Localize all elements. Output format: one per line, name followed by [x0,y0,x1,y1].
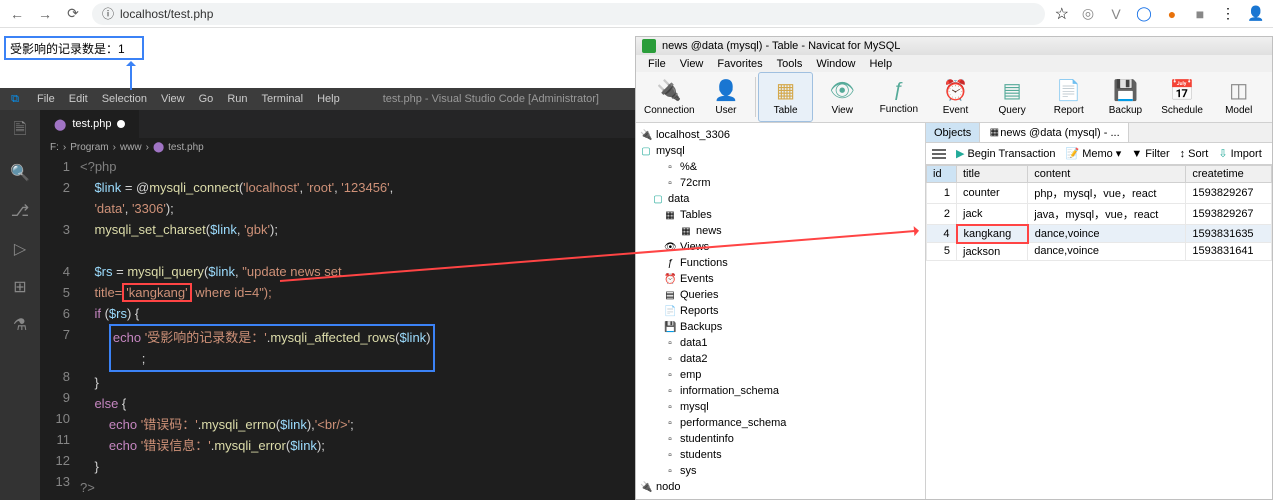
tab-testphp[interactable]: ⬤ test.php [40,110,139,138]
menu-selection[interactable]: Selection [95,93,154,105]
col-createtime[interactable]: createtime [1186,166,1272,183]
address-bar[interactable]: ⓘ localhost/test.php [92,3,1045,25]
scm-icon[interactable]: ⎇ [11,201,29,221]
vscode-titlebar: ⧉ File Edit Selection View Go Run Termin… [0,88,635,110]
vscode-menubar: File Edit Selection View Go Run Terminal… [30,93,347,105]
search-icon[interactable]: 🔍 [10,163,30,183]
browser-toolbar: ← → ⟳ ⓘ localhost/test.php ☆ ◎ V ◯ ● ■ ⋮… [0,0,1273,28]
tool-model[interactable]: ◫Model [1211,72,1266,122]
star-icon[interactable]: ☆ [1055,4,1069,24]
activity-bar: 🗎 🔍 ⎇ ▷ ⊞ ⚗ [0,110,40,500]
breadcrumb[interactable]: F: › Program › www › ⬤ test.php [40,138,635,156]
navicat-titlebar: news @data (mysql) - Table - Navicat for… [636,37,1272,55]
extensions-icon[interactable]: ⊞ [13,277,26,297]
tool-table[interactable]: ▦Table [758,72,813,122]
col-id[interactable]: id [927,166,957,183]
navicat-menubar: File View Favorites Tools Window Help [636,55,1272,72]
grid-header: id title content createtime [927,166,1272,183]
table-row[interactable]: 1counterphp，mysql，vue，react1593829267 [927,183,1272,204]
object-tabs: Objects ▦news @data (mysql) - ... [926,123,1272,143]
profile-icon[interactable]: 👤 [1247,5,1265,23]
reload-button[interactable]: ⟳ [64,5,82,23]
menu-file[interactable]: File [30,93,62,105]
filter-button[interactable]: ▼Filter [1131,148,1169,160]
ext-icon-2[interactable]: V [1107,5,1125,23]
nmenu-tools[interactable]: Tools [771,58,809,70]
ext-icon-4[interactable]: ● [1163,5,1181,23]
menu-terminal[interactable]: Terminal [255,93,311,105]
forward-button[interactable]: → [36,5,54,23]
tool-function[interactable]: ƒFunction [872,72,927,122]
url-text: localhost/test.php [120,7,213,21]
nmenu-window[interactable]: Window [810,58,861,70]
tool-connection[interactable]: 🔌Connection [642,72,697,122]
data-grid[interactable]: id title content createtime 1counterphp，… [926,165,1272,499]
sort-button[interactable]: ↕Sort [1180,148,1209,160]
back-button[interactable]: ← [8,5,26,23]
import-button[interactable]: ⇩Import [1218,147,1261,160]
nmenu-help[interactable]: Help [863,58,898,70]
navicat-window: news @data (mysql) - Table - Navicat for… [635,36,1273,500]
tool-schedule[interactable]: 📅Schedule [1155,72,1210,122]
editor-tabs: ⬤ test.php [40,110,635,138]
ext-icon-5[interactable]: ■ [1191,5,1209,23]
col-content[interactable]: content [1028,166,1186,183]
tool-view[interactable]: 👁View [815,72,870,122]
unsaved-dot-icon [117,120,125,128]
memo-button[interactable]: 📝Memo ▾ [1066,147,1122,160]
highlight-kangkang-cell: kangkang [957,225,1028,243]
menu-edit[interactable]: Edit [62,93,95,105]
ext-icon-3[interactable]: ◯ [1135,5,1153,23]
menu-help[interactable]: Help [310,93,347,105]
navicat-app-icon [642,39,656,53]
begin-transaction-button[interactable]: ▶Begin Transaction [956,147,1056,160]
navicat-toolbar: 🔌Connection 👤User ▦Table 👁View ƒFunction… [636,72,1272,123]
navicat-title: news @data (mysql) - Table - Navicat for… [662,40,900,52]
info-icon: ⓘ [102,5,114,22]
nmenu-favorites[interactable]: Favorites [711,58,768,70]
menu-run[interactable]: Run [220,93,254,105]
explorer-icon[interactable]: 🗎 [14,118,27,145]
tab-objects[interactable]: Objects [926,123,980,142]
extensions-tray: ◎ V ◯ ● ■ ⋮ 👤 [1079,5,1265,23]
table-toolbar: ▶Begin Transaction 📝Memo ▾ ▼Filter ↕Sort… [926,143,1272,165]
nmenu-view[interactable]: View [674,58,710,70]
table-row-active[interactable]: 4kangkangdance,voince1593831635 [927,225,1272,243]
menu-go[interactable]: Go [192,93,221,105]
tab-news-table[interactable]: ▦news @data (mysql) - ... [980,123,1128,142]
vscode-window: ⧉ File Edit Selection View Go Run Termin… [0,88,635,500]
tool-query[interactable]: ▤Query [985,72,1040,122]
testing-icon[interactable]: ⚗ [13,315,27,335]
highlight-echo-line: echo '受影响的记录数是：'.mysqli_affected_rows($l… [109,324,435,372]
col-title[interactable]: title [957,166,1028,183]
table-row[interactable]: 5jacksondance,voince1593831641 [927,243,1272,261]
tool-user[interactable]: 👤User [699,72,754,122]
ext-icon-6[interactable]: ⋮ [1219,5,1237,23]
ext-icon-1[interactable]: ◎ [1079,5,1097,23]
tool-event[interactable]: ⏰Event [928,72,983,122]
code-editor[interactable]: 12345678910111213 <?php $link = @mysqli_… [40,156,635,500]
php-file-icon: ⬤ [54,118,66,131]
highlight-kangkang: 'kangkang' [122,283,191,302]
hamburger-icon[interactable] [932,149,946,159]
vscode-logo-icon: ⧉ [0,93,30,106]
tool-report[interactable]: 📄Report [1041,72,1096,122]
line-gutter: 12345678910111213 [40,156,80,500]
tool-backup[interactable]: 💾Backup [1098,72,1153,122]
vscode-title: test.php - Visual Studio Code [Administr… [347,93,635,105]
debug-icon[interactable]: ▷ [14,239,26,259]
table-row[interactable]: 2jackjava，mysql，vue，react1593829267 [927,204,1272,225]
page-output: 受影响的记录数是：1 [4,36,144,60]
nmenu-file[interactable]: File [642,58,672,70]
annotation-arrow-blue [130,62,132,90]
connection-tree[interactable]: 🔌localhost_3306 ▢mysql ▫%& ▫72crm ▢data … [636,123,926,499]
code-area[interactable]: <?php $link = @mysqli_connect('localhost… [80,156,635,500]
menu-view[interactable]: View [154,93,192,105]
